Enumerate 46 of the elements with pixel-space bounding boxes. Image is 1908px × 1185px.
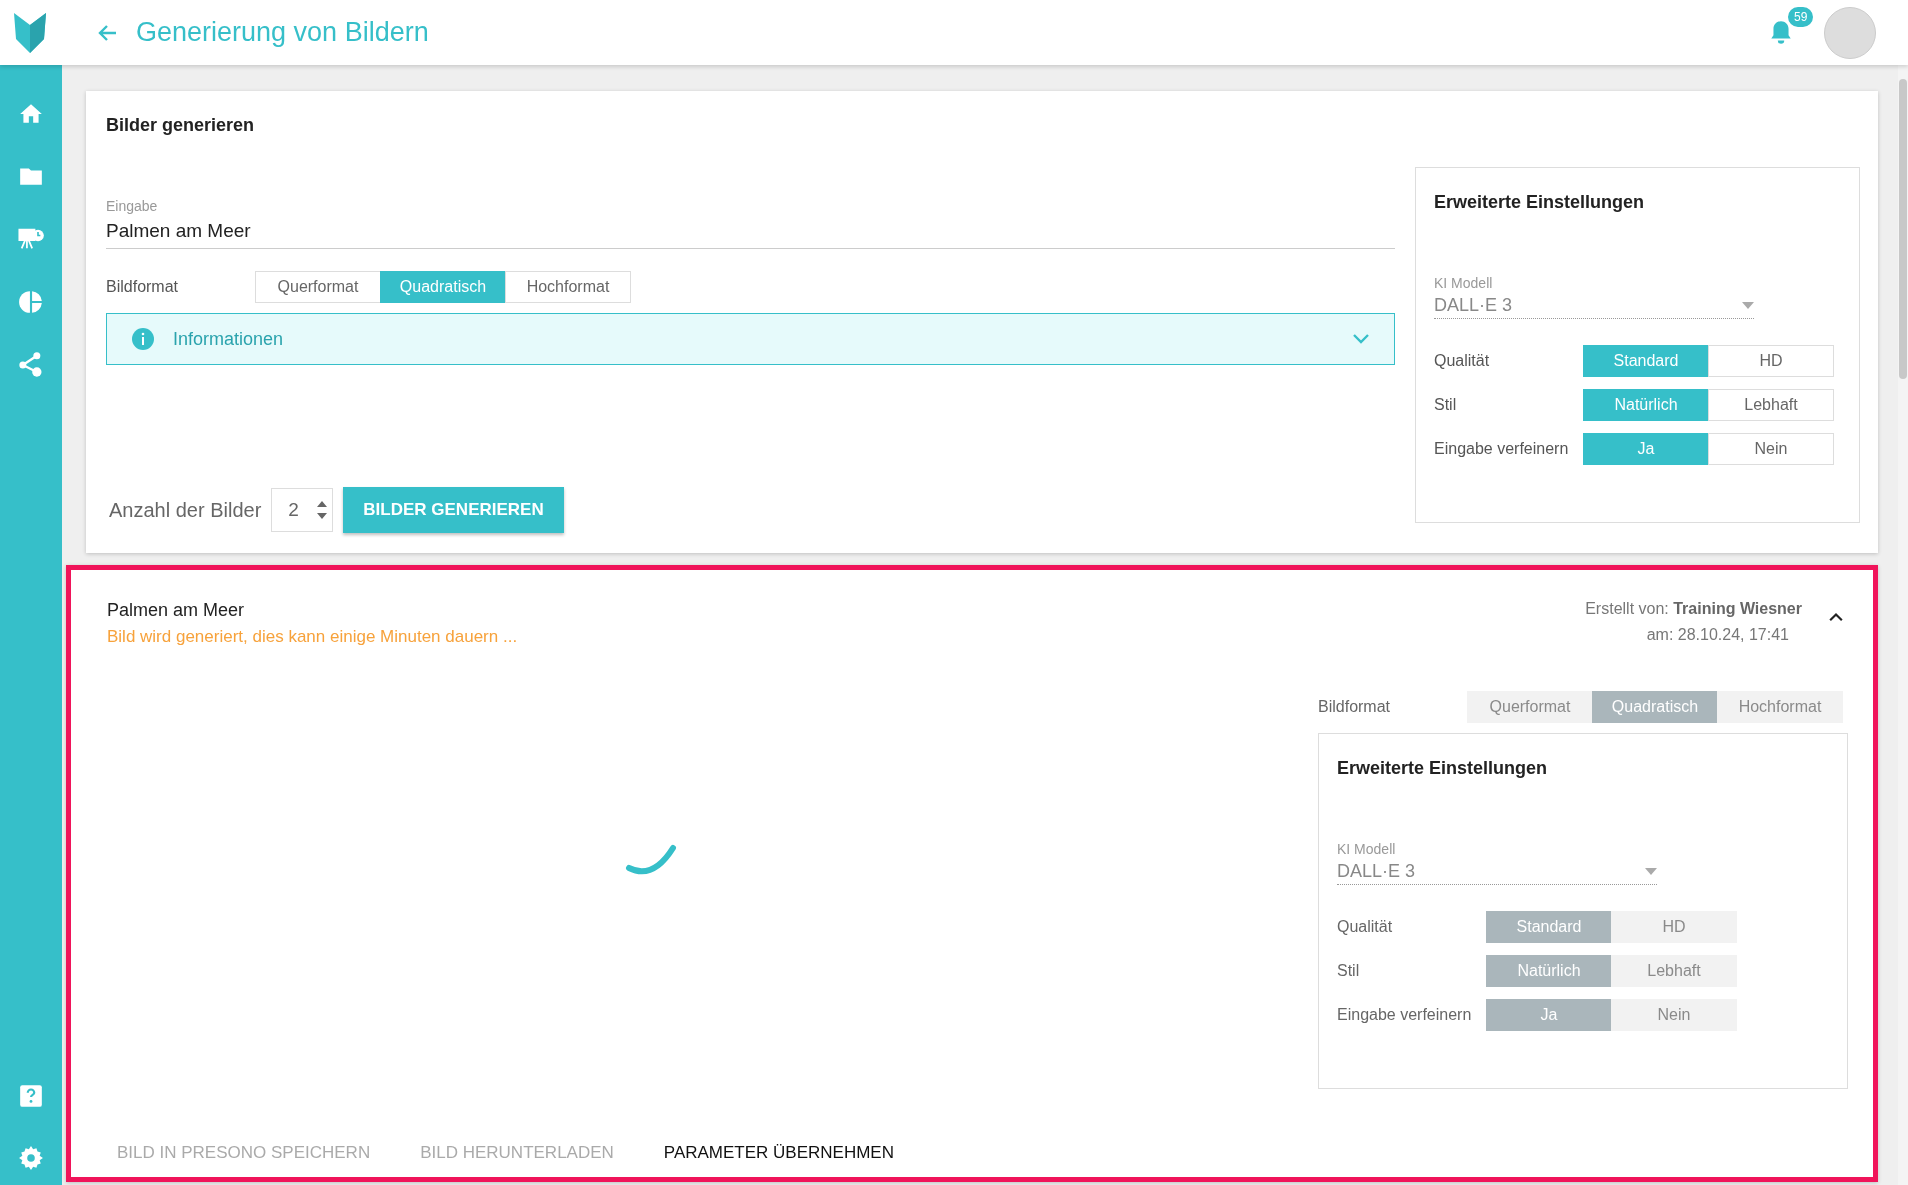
setting-label: Qualität — [1337, 918, 1394, 936]
generate-button[interactable]: BILDER GENERIEREN — [343, 487, 564, 533]
setting-option[interactable]: Ja — [1583, 433, 1709, 465]
setting-label: Eingabe verfeinern — [1337, 1006, 1473, 1024]
setting-option[interactable]: Nein — [1708, 433, 1834, 465]
format-label: Bildformat — [1318, 698, 1392, 716]
field-label: Eingabe — [106, 198, 159, 214]
count-label: Anzahl der Bilder — [109, 498, 262, 522]
format-label: Bildformat — [106, 278, 180, 296]
field-value: DALL·E 3 — [1337, 861, 1416, 882]
field-value: Palmen am Meer — [106, 220, 252, 242]
setting-label: Qualität — [1434, 352, 1491, 370]
scrollbar[interactable] — [1898, 65, 1908, 1185]
info-panel[interactable]: Informationen — [106, 313, 1395, 365]
setting-option[interactable]: Standard — [1583, 345, 1709, 377]
format-option[interactable]: Querformat — [255, 271, 381, 303]
format-option[interactable]: Hochformat — [505, 271, 631, 303]
chevron-icon — [1352, 333, 1370, 345]
card-title: Bilder generieren — [106, 115, 256, 136]
setting-label: Eingabe verfeinern — [1434, 440, 1570, 458]
prompt-field[interactable]: Eingabe Palmen am Meer — [106, 198, 1395, 249]
caret-icon — [1742, 302, 1754, 309]
setting-label: Stil — [1337, 962, 1361, 980]
format-option[interactable]: Quadratisch — [380, 271, 506, 303]
panel-title: Erweiterte Einstellungen — [1434, 192, 1646, 213]
caret-icon — [1645, 868, 1657, 875]
created-by-text: Erstellt von: Training Wiesner — [1585, 600, 1802, 618]
settings-icon[interactable] — [18, 1145, 44, 1171]
panel-title: Erweiterte Einstellungen — [1337, 758, 1549, 779]
field-label: KI Modell — [1337, 841, 1397, 857]
info-label: Informationen — [173, 328, 285, 350]
field-value: DALL·E 3 — [1434, 295, 1513, 316]
notification-badge: 59 — [1786, 4, 1816, 29]
info-icon — [131, 327, 155, 351]
status-message: Bild wird generiert, dies kann einige Minuten dauern ... — [107, 627, 519, 647]
date-text: am: 28.10.24, 17:41 — [1646, 626, 1789, 644]
setting-label: Stil — [1434, 396, 1458, 414]
help-icon[interactable] — [18, 1083, 44, 1109]
setting-option[interactable]: Natürlich — [1583, 389, 1709, 421]
result-title: Palmen am Meer — [107, 600, 246, 621]
count-field[interactable]: 2 — [271, 488, 334, 532]
field-label: KI Modell — [1434, 275, 1494, 291]
page-title: Generierung von Bildern — [136, 17, 429, 48]
setting-option[interactable]: Lebhaft — [1708, 389, 1834, 421]
pie-chart-icon[interactable] — [18, 289, 44, 315]
setting-option[interactable]: HD — [1708, 345, 1834, 377]
